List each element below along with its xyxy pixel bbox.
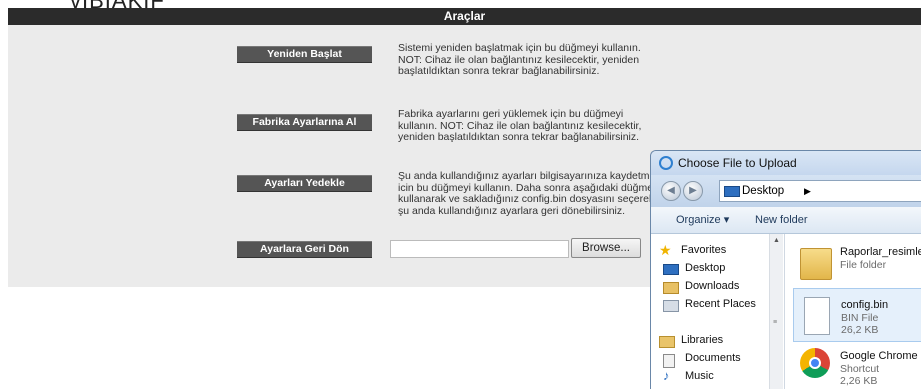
recent-places-icon	[663, 300, 679, 312]
internet-explorer-icon	[659, 156, 673, 170]
dialog-toolbar: Organize ▾ New folder	[651, 207, 921, 234]
documents-icon	[663, 354, 675, 368]
file-item-config-bin[interactable]: config.bin BIN File 26,2 KB	[793, 288, 921, 342]
chevron-right-icon[interactable]: ▶	[804, 181, 811, 201]
dialog-title-bar: Choose File to Upload	[651, 151, 921, 175]
dialog-nav-row: ◀ ▶ Desktop ▶	[651, 175, 921, 207]
file-item-chrome[interactable]: Google Chrome Shortcut 2,26 KB	[793, 340, 921, 389]
back-button[interactable]: ◀	[661, 181, 681, 201]
factory-reset-button[interactable]: Fabrika Ayarlarına Al	[237, 114, 372, 131]
music-icon: ♪	[663, 368, 670, 383]
file-list: Raporlar_resimler File folder config.bin…	[785, 234, 921, 389]
backup-settings-description: Şu anda kullandığınız ayarları bilgisaya…	[398, 170, 661, 217]
forward-button[interactable]: ▶	[683, 181, 703, 201]
scroll-grip-icon[interactable]: ≡	[773, 319, 777, 326]
page-title: Araçlar	[8, 8, 921, 25]
browse-button[interactable]: Browse...	[571, 238, 641, 258]
file-path-input[interactable]	[390, 240, 569, 258]
backup-settings-button[interactable]: Ayarları Yedekle	[237, 175, 372, 192]
organize-menu[interactable]: Organize ▾	[676, 207, 729, 233]
libraries-icon	[659, 336, 675, 348]
file-upload-dialog: Choose File to Upload ◀ ▶ Desktop ▶ Orga…	[650, 150, 921, 389]
address-bar[interactable]: Desktop ▶	[719, 180, 921, 202]
file-icon	[804, 297, 830, 335]
factory-reset-description: Fabrika ayarlarını geri yüklemek için bu…	[398, 108, 642, 143]
folder-icon	[800, 248, 832, 280]
navigation-pane: ★ Favorites Desktop Downloads Recent Pla…	[651, 234, 785, 389]
desktop-icon	[724, 186, 740, 197]
restart-description: Sistemi yeniden başlatmak için bu düğmey…	[398, 42, 641, 77]
new-folder-button[interactable]: New folder	[755, 207, 808, 233]
restore-settings-button[interactable]: Ayarlara Geri Dön	[237, 241, 372, 258]
desktop-icon	[663, 264, 679, 275]
dialog-title: Choose File to Upload	[678, 156, 797, 170]
nav-pane-scrollbar[interactable]: ▲ ≡	[769, 234, 783, 389]
file-item-folder[interactable]: Raporlar_resimler File folder	[793, 236, 921, 288]
restart-button[interactable]: Yeniden Başlat	[237, 46, 372, 63]
star-icon: ★	[659, 242, 672, 258]
downloads-icon	[663, 282, 679, 294]
address-location[interactable]: Desktop	[742, 181, 784, 201]
scroll-up-icon[interactable]: ▲	[773, 237, 780, 244]
chrome-icon	[800, 348, 830, 378]
